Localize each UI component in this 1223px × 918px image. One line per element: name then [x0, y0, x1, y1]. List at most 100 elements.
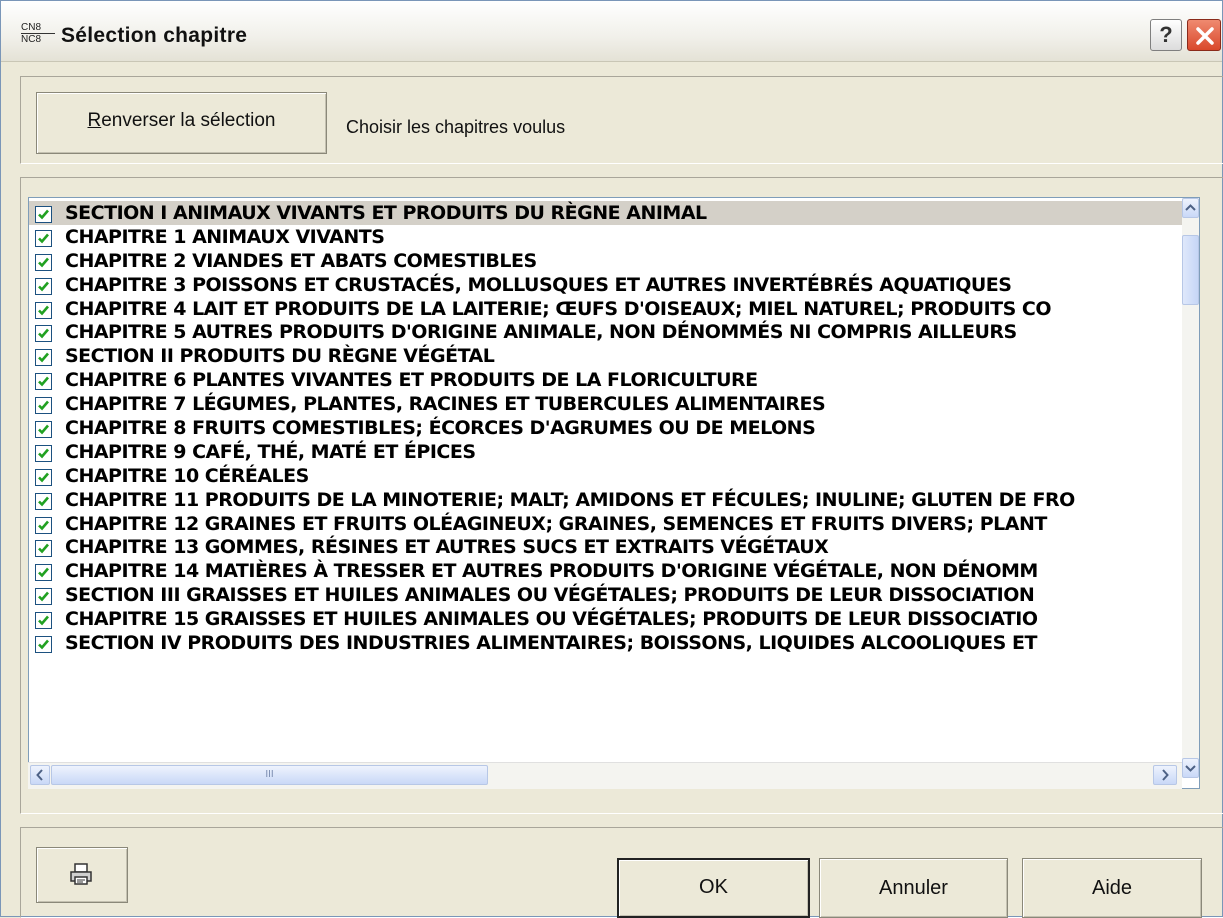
title-bar[interactable]: CN8 NC8 Sélection chapitre ?	[1, 1, 1222, 62]
checkbox[interactable]	[35, 349, 52, 367]
selection-chapitre-dialog: CN8 NC8 Sélection chapitre ? Renverser l…	[0, 0, 1223, 918]
checkmark-icon	[38, 639, 49, 650]
list-item-label: CHAPITRE 9 CAFÉ, THÉ, MATÉ ET ÉPICES	[65, 440, 476, 463]
checkmark-icon	[38, 281, 49, 292]
vertical-scroll-thumb[interactable]	[1182, 235, 1199, 305]
checkmark-icon	[38, 591, 49, 602]
checkbox[interactable]	[35, 492, 52, 510]
checkbox[interactable]	[35, 564, 52, 582]
list-item[interactable]: CHAPITRE 2 VIANDES ET ABATS COMESTIBLES	[29, 249, 1184, 273]
list-item[interactable]: CHAPITRE 9 CAFÉ, THÉ, MATÉ ET ÉPICES	[29, 440, 1184, 464]
checkbox[interactable]	[35, 540, 52, 558]
list-item[interactable]: CHAPITRE 10 CÉRÉALES	[29, 464, 1184, 488]
list-item[interactable]: CHAPITRE 13 GOMMES, RÉSINES ET AUTRES SU…	[29, 535, 1184, 559]
cancel-button[interactable]: Annuler	[819, 858, 1008, 918]
scroll-down-button[interactable]	[1182, 758, 1199, 778]
checkbox[interactable]	[35, 301, 52, 319]
scroll-up-button[interactable]	[1182, 198, 1199, 218]
checkmark-icon	[38, 352, 49, 363]
checkbox[interactable]	[35, 636, 52, 654]
help-title-button[interactable]: ?	[1150, 19, 1182, 51]
checkbox[interactable]	[35, 588, 52, 606]
scroll-right-button[interactable]	[1153, 765, 1177, 785]
print-button[interactable]	[36, 847, 128, 903]
checkmark-icon	[38, 376, 49, 387]
ok-button[interactable]: OK	[617, 858, 810, 918]
checkbox[interactable]	[35, 373, 52, 391]
list-item-label: CHAPITRE 5 AUTRES PRODUITS D'ORIGINE ANI…	[65, 321, 1017, 344]
app-icon-top-text: CN8	[21, 22, 42, 33]
list-item-label: SECTION IV PRODUITS DES INDUSTRIES ALIME…	[65, 632, 1037, 655]
list-item[interactable]: SECTION I ANIMAUX VIVANTS ET PRODUITS DU…	[29, 201, 1184, 225]
checkbox[interactable]	[35, 397, 52, 415]
list-item[interactable]: CHAPITRE 5 AUTRES PRODUITS D'ORIGINE ANI…	[29, 320, 1184, 344]
cn8-app-icon: CN8 NC8	[21, 22, 55, 46]
list-item-label: SECTION III GRAISSES ET HUILES ANIMALES …	[65, 584, 1035, 607]
checkmark-icon	[38, 472, 49, 483]
list-item-label: CHAPITRE 12 GRAINES ET FRUITS OLÉAGINEUX…	[65, 512, 1047, 535]
checkbox[interactable]	[35, 612, 52, 630]
list-item[interactable]: SECTION III GRAISSES ET HUILES ANIMALES …	[29, 583, 1184, 607]
chapter-checklist[interactable]: SECTION I ANIMAUX VIVANTS ET PRODUITS DU…	[28, 197, 1200, 789]
scroll-left-button[interactable]	[30, 765, 50, 785]
checkmark-icon	[38, 209, 49, 220]
list-item-label: CHAPITRE 11 PRODUITS DE LA MINOTERIE; MA…	[65, 488, 1075, 511]
chevron-down-icon	[1185, 765, 1196, 772]
list-item-label: CHAPITRE 13 GOMMES, RÉSINES ET AUTRES SU…	[65, 536, 829, 559]
printer-icon	[70, 863, 92, 885]
checkbox[interactable]	[35, 468, 52, 486]
chapter-rows: SECTION I ANIMAUX VIVANTS ET PRODUITS DU…	[29, 201, 1184, 655]
instruction-label: Choisir les chapitres voulus	[346, 117, 566, 137]
list-item-label: CHAPITRE 7 LÉGUMES, PLANTES, RACINES ET …	[65, 393, 826, 416]
checkmark-icon	[38, 448, 49, 459]
list-item[interactable]: SECTION II PRODUITS DU RÈGNE VÉGÉTAL	[29, 344, 1184, 368]
checkbox[interactable]	[35, 206, 52, 223]
close-button[interactable]	[1187, 19, 1221, 51]
list-item[interactable]: CHAPITRE 8 FRUITS COMESTIBLES; ÉCORCES D…	[29, 416, 1184, 440]
checkmark-icon	[38, 520, 49, 530]
checkbox[interactable]	[35, 444, 52, 462]
checkbox[interactable]	[35, 516, 52, 534]
chevron-up-icon	[1185, 204, 1196, 211]
list-item[interactable]: CHAPITRE 6 PLANTES VIVANTES ET PRODUITS …	[29, 368, 1184, 392]
list-item-label: CHAPITRE 15 GRAISSES ET HUILES ANIMALES …	[65, 608, 1038, 631]
checkbox[interactable]	[35, 277, 52, 295]
checkmark-icon	[38, 544, 49, 554]
list-item-label: CHAPITRE 10 CÉRÉALES	[65, 464, 309, 487]
horizontal-scroll-thumb[interactable]: III	[51, 765, 488, 785]
list-item[interactable]: CHAPITRE 7 LÉGUMES, PLANTES, RACINES ET …	[29, 392, 1184, 416]
list-item[interactable]: CHAPITRE 1 ANIMAUX VIVANTS	[29, 225, 1184, 249]
list-item[interactable]: CHAPITRE 12 GRAINES ET FRUITS OLÉAGINEUX…	[29, 512, 1184, 536]
list-item[interactable]: CHAPITRE 4 LAIT ET PRODUITS DE LA LAITER…	[29, 297, 1184, 321]
list-item[interactable]: CHAPITRE 14 MATIÈRES À TRESSER ET AUTRES…	[29, 559, 1184, 583]
checkmark-icon	[38, 329, 49, 339]
list-item-label: CHAPITRE 4 LAIT ET PRODUITS DE LA LAITER…	[65, 297, 1052, 320]
list-item-label: CHAPITRE 6 PLANTES VIVANTES ET PRODUITS …	[65, 369, 758, 392]
invert-button-mnemonic: R	[87, 110, 102, 131]
checkmark-icon	[38, 305, 49, 315]
chevron-left-icon	[36, 769, 43, 781]
window-title: Sélection chapitre	[61, 24, 248, 47]
list-item-label: SECTION I ANIMAUX VIVANTS ET PRODUITS DU…	[65, 202, 707, 224]
checkbox[interactable]	[35, 421, 52, 439]
checkbox[interactable]	[35, 325, 52, 343]
list-item[interactable]: CHAPITRE 15 GRAISSES ET HUILES ANIMALES …	[29, 607, 1184, 631]
list-item[interactable]: CHAPITRE 3 POISSONS ET CRUSTACÉS, MOLLUS…	[29, 273, 1184, 297]
list-item-label: CHAPITRE 1 ANIMAUX VIVANTS	[65, 225, 385, 248]
invert-selection-button[interactable]: Renverser la sélection	[36, 92, 327, 154]
checkmark-icon	[38, 615, 49, 626]
checkbox[interactable]	[35, 253, 52, 271]
checkmark-icon	[38, 233, 49, 244]
checkmark-icon	[38, 257, 49, 268]
checkbox[interactable]	[35, 229, 52, 247]
list-item-label: SECTION II PRODUITS DU RÈGNE VÉGÉTAL	[65, 345, 495, 368]
list-item-label: CHAPITRE 3 POISSONS ET CRUSTACÉS, MOLLUS…	[65, 273, 1012, 296]
checkmark-icon	[38, 424, 49, 435]
list-item-label: CHAPITRE 2 VIANDES ET ABATS COMESTIBLES	[65, 249, 537, 272]
list-item[interactable]: CHAPITRE 11 PRODUITS DE LA MINOTERIE; MA…	[29, 488, 1184, 512]
chevron-right-icon	[1162, 769, 1169, 781]
list-item[interactable]: SECTION IV PRODUITS DES INDUSTRIES ALIME…	[29, 631, 1184, 655]
close-icon	[1196, 27, 1214, 45]
checkmark-icon	[38, 400, 49, 411]
help-button[interactable]: Aide	[1022, 858, 1202, 918]
